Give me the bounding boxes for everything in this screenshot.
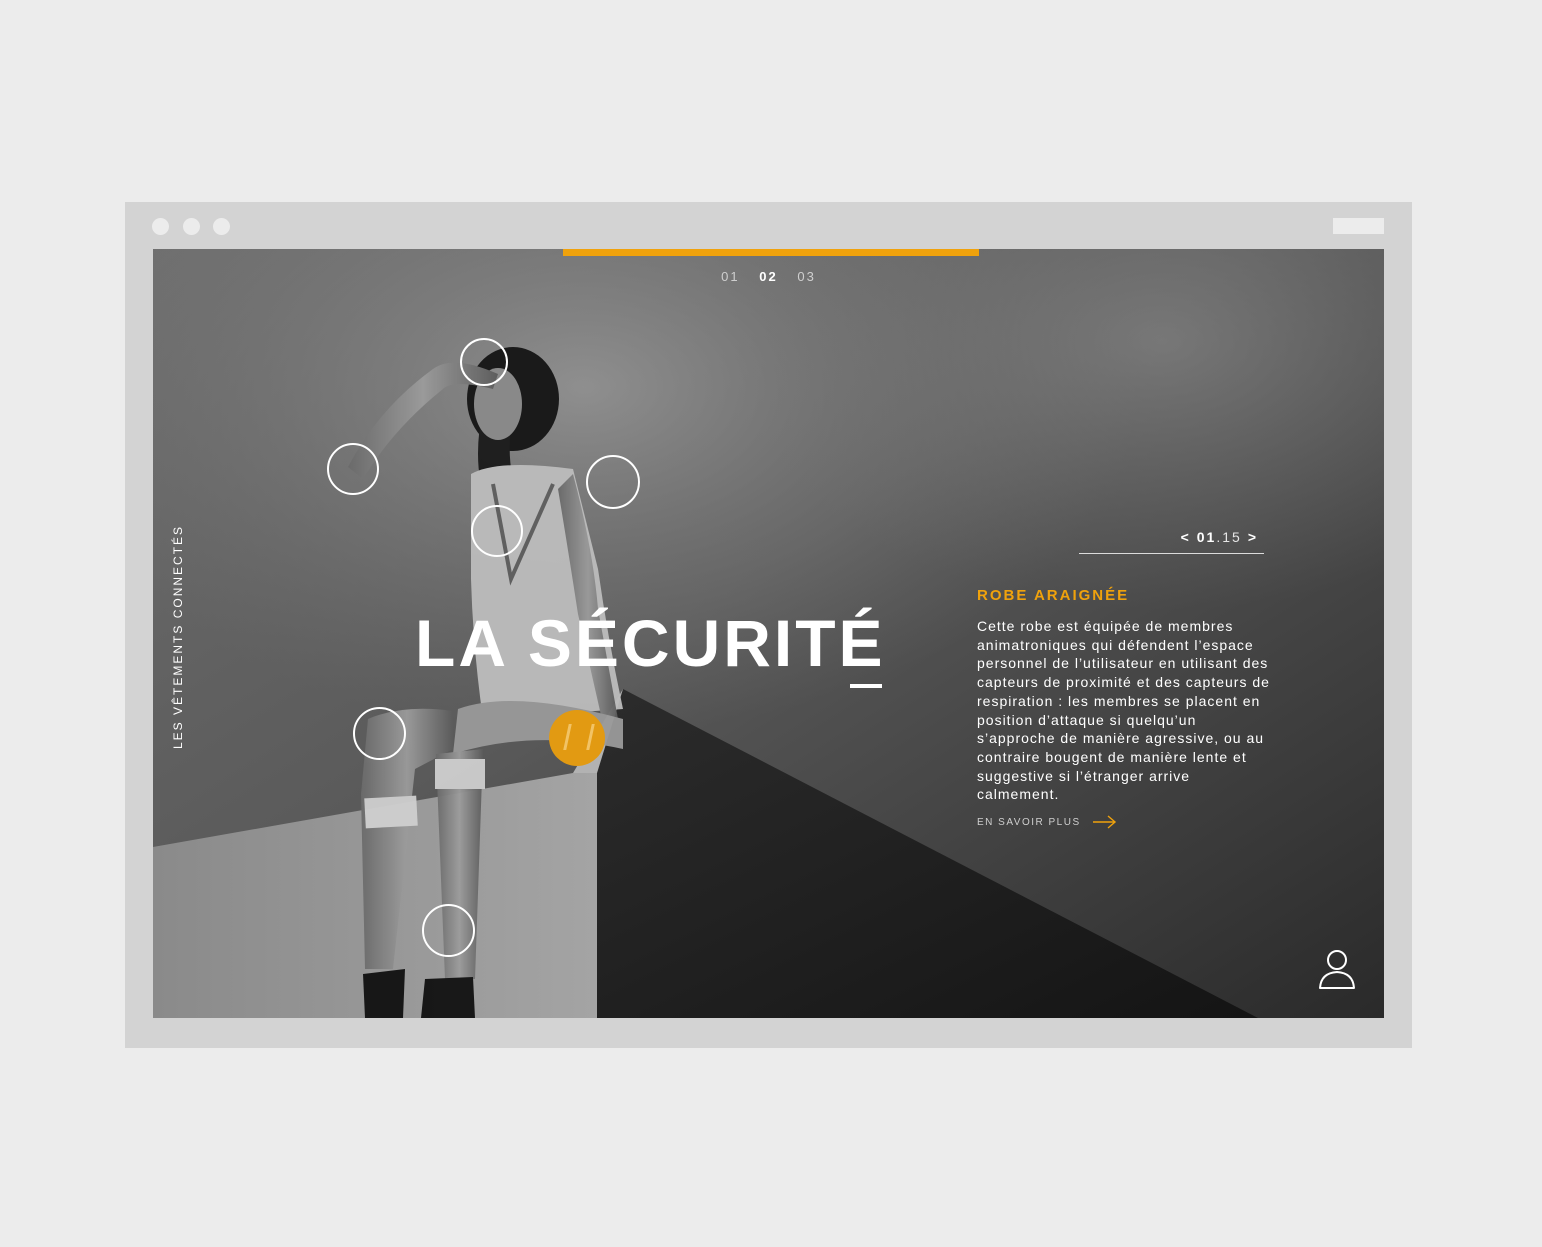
pager-item-3[interactable]: 03 (797, 269, 815, 284)
learn-more-label: EN SAVOIR PLUS (977, 816, 1081, 828)
prev-product-button[interactable]: < (1181, 529, 1191, 545)
website-viewport: 01 02 03 LES VÊTEMENTS CONNECTÉS LA SÉCU… (153, 249, 1384, 1018)
hotspot-ankle[interactable] (422, 904, 475, 957)
user-icon[interactable] (1318, 948, 1356, 990)
hotspot-shoulder[interactable] (586, 455, 640, 509)
pager-item-1[interactable]: 01 (721, 269, 739, 284)
slide-pager: 01 02 03 (153, 269, 1384, 284)
window-dot-close (152, 218, 169, 235)
section-vertical-label: LES VÊTEMENTS CONNECTÉS (171, 524, 185, 749)
product-title: ROBE ARAIGNÉE (977, 587, 1130, 604)
product-counter: <01.15 > (1079, 529, 1264, 545)
browser-window: 01 02 03 LES VÊTEMENTS CONNECTÉS LA SÉCU… (125, 202, 1412, 1048)
slide-progress-bar (563, 249, 979, 256)
hotspot-chest[interactable] (471, 505, 523, 557)
product-total: .15 (1216, 529, 1242, 545)
hotspot-active-hip[interactable] (549, 710, 605, 766)
counter-divider (1079, 553, 1264, 554)
hotspot-arm[interactable] (327, 443, 379, 495)
arrow-right-icon (1092, 815, 1116, 829)
next-product-button[interactable]: > (1248, 529, 1258, 545)
hotspot-knee[interactable] (353, 707, 406, 760)
title-underline (850, 684, 882, 688)
hotspot-head[interactable] (460, 338, 508, 386)
hero-title: LA SÉCURITÉ (415, 606, 886, 680)
browser-toolbar-placeholder (1333, 218, 1384, 234)
current-product-index: 01 (1196, 529, 1217, 545)
pager-item-2[interactable]: 02 (759, 269, 777, 284)
learn-more-link[interactable]: EN SAVOIR PLUS (977, 815, 1117, 829)
window-dot-minimize (183, 218, 200, 235)
window-dot-maximize (213, 218, 230, 235)
product-description: Cette robe est équipée de membres animat… (977, 618, 1270, 803)
